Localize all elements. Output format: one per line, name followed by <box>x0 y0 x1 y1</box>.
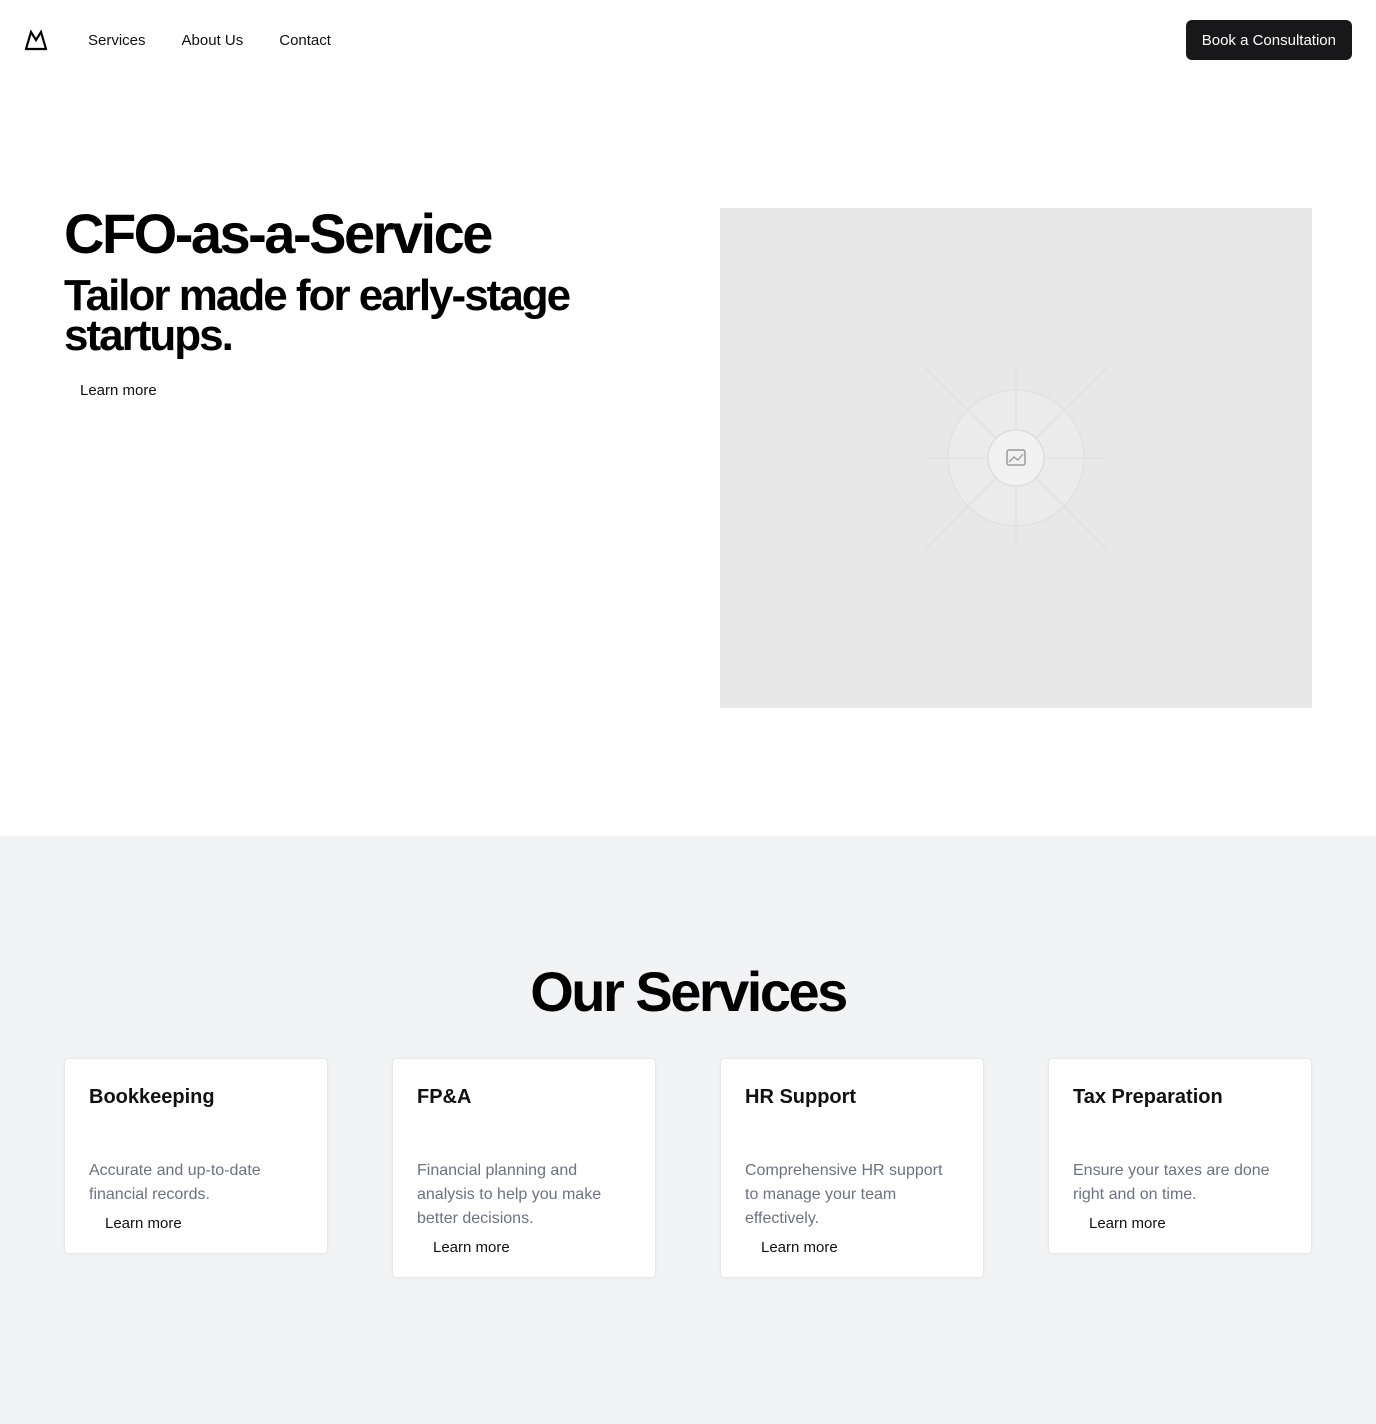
nav-link-about-us[interactable]: About Us <box>182 32 244 49</box>
service-card-title: Tax Preparation <box>1073 1086 1223 1108</box>
image-placeholder-icon <box>925 367 1107 549</box>
mountain-logo-icon[interactable] <box>24 28 48 52</box>
service-card-description: Ensure your taxes are done right and on … <box>1073 1162 1270 1203</box>
service-card-title: HR Support <box>745 1086 857 1108</box>
hero-text: CFO-as-a-Service Tailor made for early-s… <box>64 204 664 400</box>
service-card-description: Financial planning and analysis to help … <box>417 1162 602 1227</box>
service-card-learn-more-link[interactable]: Learn more <box>105 1215 182 1232</box>
service-card-title: Bookkeeping <box>89 1086 215 1108</box>
book-consultation-button[interactable]: Book a Consultation <box>1185 20 1352 60</box>
main-nav: Services About Us Contact <box>88 32 331 49</box>
hero-title: CFO-as-a-Service <box>64 202 493 265</box>
hero-section: CFO-as-a-Service Tailor made for early-s… <box>0 80 1376 836</box>
hero-learn-more-link[interactable]: Learn more <box>80 382 157 399</box>
service-card-hr-support: HR Support Comprehensive HR support to m… <box>720 1058 984 1278</box>
service-card-description: Comprehensive HR support to manage your … <box>745 1162 943 1227</box>
service-card-learn-more-link[interactable]: Learn more <box>1089 1215 1166 1232</box>
service-card-fpa: FP&A Financial planning and analysis to … <box>392 1058 656 1278</box>
service-card-description: Accurate and up-to-date financial record… <box>89 1162 261 1203</box>
service-card-tax-preparation: Tax Preparation Ensure your taxes are do… <box>1048 1058 1312 1254</box>
services-section: Our Services Bookkeeping Accurate and up… <box>0 836 1376 1424</box>
hero-subtitle: Tailor made for early-stage startups. <box>64 271 571 360</box>
service-card-learn-more-link[interactable]: Learn more <box>433 1239 510 1256</box>
service-card-title: FP&A <box>417 1086 472 1108</box>
services-title: Our Services <box>530 960 848 1023</box>
service-card-bookkeeping: Bookkeeping Accurate and up-to-date fina… <box>64 1058 328 1254</box>
site-header: Services About Us Contact Book a Consult… <box>0 0 1376 80</box>
service-card-learn-more-link[interactable]: Learn more <box>761 1239 838 1256</box>
nav-link-services[interactable]: Services <box>88 32 146 49</box>
nav-link-contact[interactable]: Contact <box>279 32 331 49</box>
services-cards: Bookkeeping Accurate and up-to-date fina… <box>64 1058 1312 1278</box>
hero-image-placeholder <box>720 208 1312 708</box>
